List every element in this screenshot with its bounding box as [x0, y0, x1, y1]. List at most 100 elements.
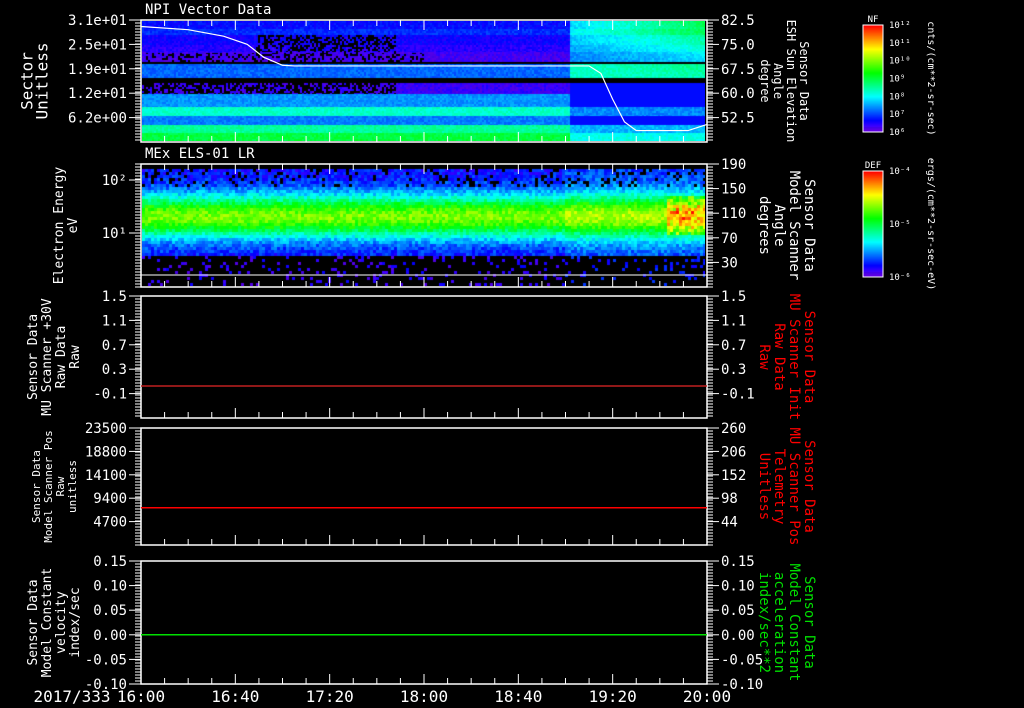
left-axis-label: MU Scanner +30V [40, 298, 55, 416]
panel-title: NPI Vector Data [145, 2, 271, 18]
right-axis-label: degrees [756, 196, 772, 255]
right-y-tick-label: -0.1 [721, 387, 755, 403]
panel-frame [140, 163, 708, 288]
colorbar-frame [862, 170, 884, 278]
right-y-tick-label: 60.0 [721, 86, 755, 102]
right-axis-label: Sensor Data [801, 440, 817, 533]
panel-frame [140, 295, 708, 419]
colorbar-frame [862, 24, 884, 133]
right-axis-label: degree [758, 59, 772, 102]
x-tick-label: 20:00 [683, 687, 731, 706]
y-tick-label: 0.3 [102, 362, 127, 378]
colorbar-title: DEF [865, 161, 881, 171]
y-tick-label: 4700 [93, 515, 127, 531]
right-axis-label: acceleration [771, 572, 787, 673]
plot-figure: NPI Vector Data 3.1e+01 2.5e+01 1.9e+01 1.2e… [0, 0, 1024, 708]
right-y-tick-label: 0.10 [721, 579, 755, 595]
axes-layer: NPI Vector Data 3.1e+01 2.5e+01 1.9e+01 1.2e… [17, 2, 936, 706]
right-y-tick-label: 75.0 [721, 37, 755, 53]
right-y-tick-label: 52.5 [721, 111, 755, 127]
y-tick-label: 0.05 [93, 603, 127, 619]
right-axis-label: Sensor Data [801, 576, 817, 669]
right-axis-label: Raw Data [771, 323, 787, 390]
right-axis-label: Angle [771, 63, 785, 99]
colorbar-tick-label: 10⁻⁵ [889, 220, 911, 230]
y-tick-label: 1.1 [102, 313, 127, 329]
right-y-tick-label: 0.3 [721, 362, 746, 378]
right-y-tick-label: 152 [721, 468, 746, 484]
y-tick-label: 0.7 [102, 338, 127, 354]
x-tick-label: 17:20 [306, 687, 354, 706]
y-tick-label: 0.10 [93, 579, 127, 595]
right-y-tick-label: 0.7 [721, 338, 746, 354]
panel-title: MEx ELS-01 LR [145, 146, 255, 162]
colorbar-unit-label: cnts/(cm**2-sr-sec) [925, 21, 936, 135]
sun-elevation-line [140, 25, 708, 132]
y-tick-label: -0.1 [93, 387, 127, 403]
colorbar-unit-label: ergs/(cm**2-sr-sec-eV) [925, 158, 936, 290]
y-tick-label: 0.15 [93, 554, 127, 570]
x-tick-label: 19:20 [589, 687, 637, 706]
y-tick-label: 14100 [85, 468, 127, 484]
y-tick-label: 2.5e+01 [68, 37, 127, 53]
left-axis-label: Sensor Data [26, 314, 41, 400]
colorbar-tick-label: 10¹² [889, 21, 911, 31]
panel-frame [140, 427, 708, 546]
right-axis-label: Sensor Data [801, 311, 817, 404]
right-axis-label: Angle [771, 204, 787, 246]
left-axis-label: index/sec [68, 587, 83, 657]
left-axis-label: Raw [68, 345, 83, 369]
right-axis-label: Telemetry [771, 449, 787, 525]
right-axis-label: MU Scanner Pos [786, 427, 802, 545]
y-tick-label: 1.2e+01 [68, 86, 127, 102]
right-y-tick-label: 260 [721, 421, 746, 437]
y-tick-label: 18800 [85, 444, 127, 460]
right-axis-label: index/sec**2 [756, 572, 772, 673]
panel-frame [140, 560, 708, 685]
y-tick-label: 10² [102, 173, 127, 189]
right-y-tick-label: 110 [721, 206, 746, 222]
right-axis-label: Unitless [756, 453, 772, 520]
right-axis-label: Sensor Data [801, 179, 817, 272]
right-y-tick-label: 44 [721, 515, 738, 531]
left-axis-label: Electron Energy [52, 167, 67, 285]
right-axis-label: Model Scanner [786, 171, 802, 281]
right-y-tick-label: 82.5 [721, 13, 755, 29]
right-axis-label: Model Constant [786, 563, 802, 681]
y-tick-label: 9400 [93, 491, 127, 507]
y-tick-label: 10¹ [102, 226, 127, 242]
y-tick-label: 23500 [85, 421, 127, 437]
left-axis-label: unitless [66, 460, 79, 513]
y-tick-label: -0.05 [85, 652, 127, 668]
y-tick-label: 1.9e+01 [68, 62, 127, 78]
left-axis-label: Unitless [33, 42, 52, 119]
right-axis-label: Sensor Data [797, 41, 811, 120]
right-y-tick-label: 206 [721, 444, 746, 460]
left-axis-label: Model Constant [40, 568, 55, 678]
right-y-tick-label: 0.05 [721, 603, 755, 619]
colorbar-tick-label: 10⁶ [889, 128, 905, 138]
x-tick-label: 18:40 [494, 687, 542, 706]
right-y-tick-label: 1.1 [721, 313, 746, 329]
right-y-tick-label: 0.15 [721, 554, 755, 570]
right-y-tick-label: 1.5 [721, 289, 746, 305]
right-y-tick-label: 67.5 [721, 62, 755, 78]
date-label: 2017/333 [33, 687, 110, 706]
colorbar-tick-label: 10⁹ [889, 75, 905, 85]
right-axis-label: Raw [756, 344, 772, 370]
x-tick-label: 18:00 [400, 687, 448, 706]
left-axis-label: eV [66, 218, 81, 234]
left-axis-label: velocity [54, 591, 69, 654]
y-tick-label: 1.5 [102, 289, 127, 305]
left-axis-label: Raw Data [54, 326, 69, 389]
right-y-tick-label: 98 [721, 491, 738, 507]
right-axis-label: ESH Sun Elevation [784, 20, 798, 143]
x-tick-label: 16:00 [117, 687, 165, 706]
colorbar-tick-label: 10¹⁰ [889, 57, 911, 67]
y-tick-label: 6.2e+00 [68, 111, 127, 127]
colorbar-tick-label: 10⁷ [889, 110, 905, 120]
colorbar-tick-label: 10¹¹ [889, 39, 911, 49]
right-y-tick-label: 30 [721, 255, 738, 271]
right-y-tick-label: 0.00 [721, 628, 755, 644]
left-axis-label: Sensor Data [26, 579, 41, 665]
